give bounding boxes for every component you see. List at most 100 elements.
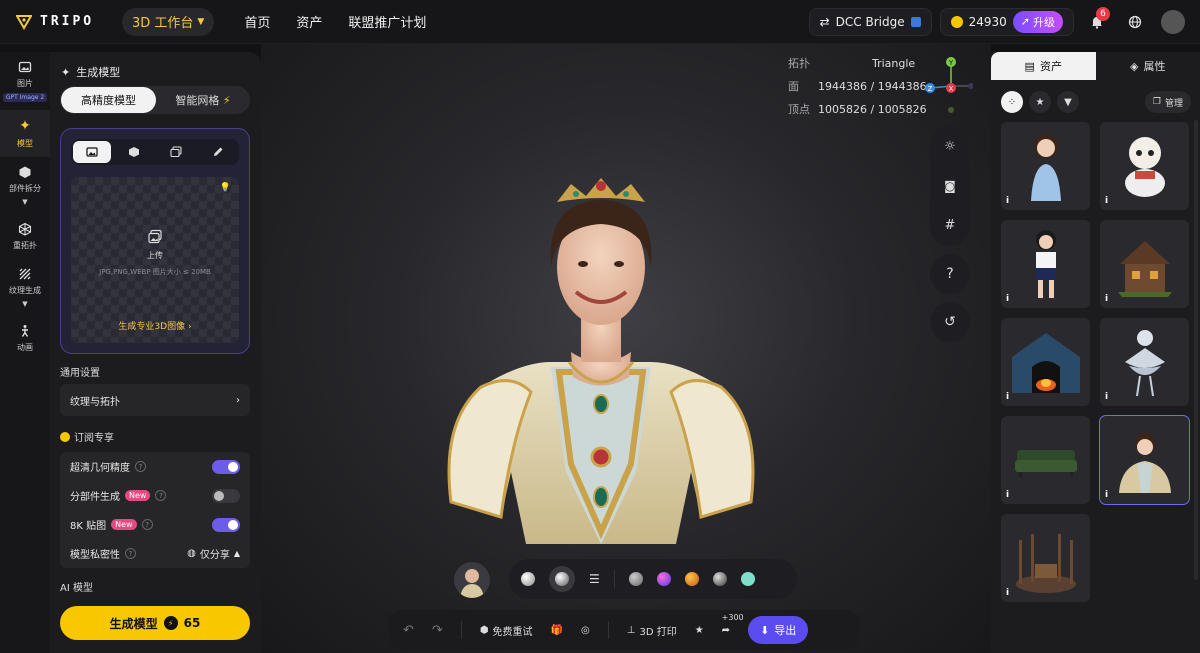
rail-item-texture[interactable]: 纹理生成 ▼ [0, 259, 50, 316]
workspace-label: 3D 工作台 [132, 16, 194, 31]
gift-icon[interactable]: 🎁 [551, 625, 563, 636]
tab-smart-mesh[interactable]: 智能网格 ⚡ [156, 92, 250, 108]
orange-material-icon[interactable] [684, 572, 699, 586]
rail-item-part-split[interactable]: 部件拆分 ▼ [0, 157, 50, 214]
lighting-icon[interactable]: ☼ [944, 139, 956, 154]
active-shading-button[interactable] [549, 566, 575, 592]
reference-image-thumbnail[interactable] [454, 562, 490, 598]
subscription-heading: 订阅专享 [60, 429, 114, 444]
redo-icon[interactable]: ↷ [432, 623, 443, 638]
3d-viewport[interactable]: 拓扑 Triangle 面 1944386 / 1944386 顶点 1005826 … [261, 44, 991, 653]
language-button[interactable] [1120, 7, 1150, 37]
asset-card-princess[interactable]: i [1099, 415, 1190, 505]
help-icon[interactable]: ? [155, 490, 167, 501]
nav-affiliate[interactable]: 联盟推广计划 [348, 12, 426, 31]
favorites-star-icon[interactable]: ★ [1029, 91, 1051, 113]
star-icon[interactable]: ★ [695, 625, 704, 636]
help-icon[interactable]: ? [135, 461, 146, 472]
rail-label: 纹理生成 [9, 286, 41, 295]
asset-card-fireplace[interactable]: i [1001, 318, 1090, 406]
info-icon[interactable]: i [1006, 196, 1009, 206]
info-icon[interactable]: i [1006, 490, 1009, 500]
free-retry-button[interactable]: ⬢ 免费重试 [480, 623, 533, 638]
chevron-up-icon: ▲ [233, 549, 240, 558]
rail-item-animation[interactable]: 动画 [0, 316, 50, 361]
rail-item-image[interactable]: 图片 GPT Image 2 [0, 52, 50, 110]
pro-3d-image-link[interactable]: 生成专业3D图像 › [71, 319, 239, 332]
asset-card-stage[interactable]: i [1001, 514, 1090, 602]
rail-item-retopology[interactable]: 重拓扑 [0, 214, 50, 259]
credits-pill[interactable]: 24930 ➚ 升级 [939, 7, 1074, 36]
left-rail: 图片 GPT Image 2 ✦ 模型 部件拆分 ▼ 重拓扑 纹理生成 ▼ 动画 [0, 52, 50, 653]
info-icon[interactable]: i [1006, 392, 1009, 402]
upload-dropzone[interactable]: 💡 上传 JPG,PNG,WEBP 图片大小 ≤ 20MB 生成专业3D图像 › [71, 177, 239, 343]
stat-value: Triangle [872, 57, 916, 70]
texture-topology-button[interactable]: 纹理与拓扑 › [60, 384, 250, 416]
tab-image-input[interactable] [73, 141, 111, 163]
notifications-button[interactable]: 6 [1082, 6, 1112, 37]
tab-high-precision[interactable]: 高精度模型 [61, 87, 156, 113]
ultra-geometry-toggle[interactable] [212, 459, 240, 474]
info-icon[interactable]: i [1006, 294, 1009, 304]
tab-text-input[interactable] [199, 141, 237, 163]
info-icon[interactable]: i [1105, 196, 1108, 206]
info-icon[interactable]: i [1105, 294, 1108, 304]
asset-card-student[interactable]: i [1001, 220, 1090, 308]
asset-card-sofa[interactable]: i [1001, 416, 1090, 504]
grid-settings-icon[interactable]: # [945, 218, 956, 233]
info-icon[interactable]: i [1105, 392, 1108, 402]
globe-icon [1128, 15, 1142, 28]
part-generation-toggle[interactable] [212, 488, 240, 503]
matte-sphere-icon[interactable] [521, 572, 535, 586]
avatar[interactable] [1158, 7, 1188, 37]
panel-title: ✦ 生成模型 [61, 64, 120, 80]
assets-tabs: ▤ 资产 ◈ 属性 [991, 52, 1200, 80]
stat-value: 1005826 / 1005826 [818, 103, 927, 116]
tab-assets[interactable]: ▤ 资产 [991, 52, 1096, 80]
lightbulb-icon: 💡 [219, 183, 231, 193]
manage-button[interactable]: ❐ 管理 [1144, 91, 1191, 113]
help-button[interactable]: ? [930, 254, 970, 294]
dark-metal-icon[interactable] [712, 572, 727, 586]
filter-icon[interactable]: ▼ [1057, 91, 1079, 113]
stat-key: 面 [788, 80, 799, 93]
undo-icon[interactable]: ↶ [403, 623, 414, 638]
8k-texture-toggle[interactable] [212, 517, 240, 532]
option-ultra-geometry: 超清几何精度 ? [60, 452, 250, 481]
camera-icon[interactable]: ◙ [944, 179, 956, 193]
mint-material-icon[interactable] [740, 572, 755, 586]
3d-print-button[interactable]: ⊥ 3D 打印 [627, 623, 677, 638]
privacy-select[interactable]: ◍ 仅分享 ▲ [187, 546, 240, 561]
help-icon[interactable]: ? [125, 548, 136, 559]
tab-gallery-input[interactable] [157, 141, 195, 163]
axis-gizmo[interactable]: Y Z X [923, 56, 973, 116]
asset-card-ballerina[interactable]: i [1100, 318, 1189, 406]
nav-home[interactable]: 首页 [244, 12, 270, 31]
orbit-icon[interactable]: ◎ [581, 625, 590, 636]
dcc-bridge-button[interactable]: ⇄ DCC Bridge [808, 7, 932, 36]
asset-card-doll-girl[interactable]: i [1001, 122, 1090, 210]
info-icon[interactable]: i [1105, 490, 1108, 500]
sliders-icon[interactable]: ☰ [589, 572, 600, 586]
workspace-dropdown[interactable]: 3D 工作台 ▼ [122, 7, 215, 36]
tab-multiview-input[interactable] [115, 141, 153, 163]
grid-view-icon[interactable]: ⁘ [1001, 91, 1023, 113]
asset-card-sheep[interactable]: i [1100, 122, 1189, 210]
generate-model-button[interactable]: 生成模型 ⚡ 65 [60, 606, 250, 640]
share-button[interactable]: ➦ +300 [722, 613, 744, 636]
logo[interactable]: TRIPO [16, 14, 112, 30]
grey-material-icon[interactable] [628, 572, 643, 586]
action-bar: ↶ ↷ ⬢ 免费重试 🎁 ◎ ⊥ 3D 打印 ★ ➦ +300 ⬇ 导出 [389, 610, 859, 650]
iridescent-material-icon[interactable] [656, 572, 671, 586]
assets-scrollbar[interactable] [1194, 120, 1198, 580]
nav-assets[interactable]: 资产 [296, 12, 322, 31]
tab-properties[interactable]: ◈ 属性 [1095, 52, 1200, 80]
info-icon[interactable]: i [1006, 588, 1009, 598]
history-button[interactable]: ↺ [930, 302, 970, 342]
upgrade-button[interactable]: ➚ 升级 [1012, 10, 1063, 33]
export-button[interactable]: ⬇ 导出 [748, 616, 809, 644]
asset-card-house[interactable]: i [1100, 220, 1189, 308]
chevron-right-icon: › [187, 322, 192, 332]
help-icon[interactable]: ? [141, 519, 153, 530]
rail-item-model[interactable]: ✦ 模型 [0, 110, 50, 157]
